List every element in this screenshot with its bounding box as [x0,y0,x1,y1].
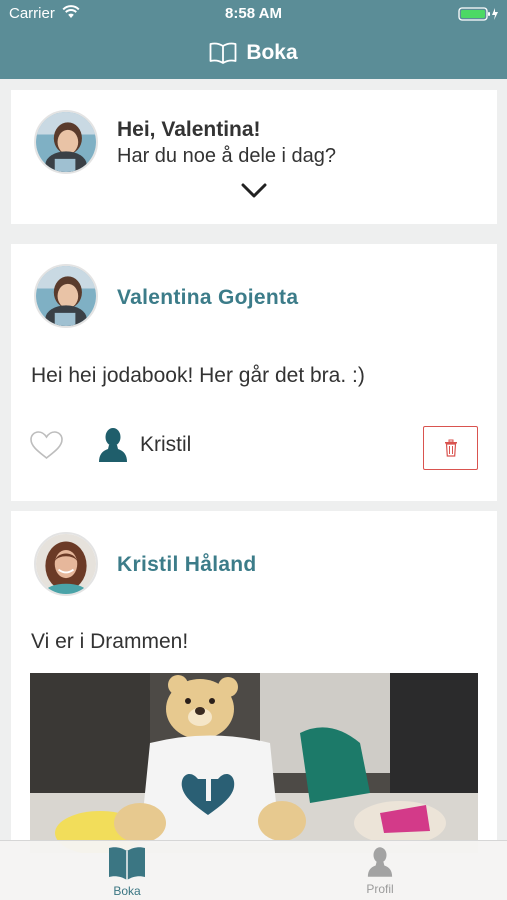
status-bar: Carrier 8:58 AM [0,0,507,28]
open-book-icon [209,42,237,64]
trash-icon [444,439,457,457]
battery-icon [458,7,498,21]
book-icon [109,847,145,880]
girl-photo [36,112,96,172]
tab-profil[interactable]: Profil [330,845,430,899]
post-card: Kristil Håland Vi er i Drammen! [11,511,497,856]
delete-post-button[interactable] [423,426,478,470]
nav-title: Boka [0,38,507,68]
avatar[interactable] [34,532,98,596]
tab-boka[interactable]: Boka [77,845,177,899]
person-icon [99,428,127,462]
post-author[interactable]: Kristil Håland [117,553,257,577]
greeting-prompt: Har du noe å dele i dag? [117,145,337,167]
girl-photo [36,266,96,326]
nav-title-text: Boka [246,41,298,64]
teddy-bear-photo [30,673,478,853]
woman-photo [36,534,96,594]
tab-label: Profil [366,882,394,896]
tab-bar: Boka Profil [0,840,507,900]
composer-card[interactable]: Hei, Valentina! Har du noe å dele i dag? [11,90,497,224]
status-time: 8:58 AM [225,5,282,22]
heart-icon[interactable] [29,430,64,460]
post-photo[interactable] [30,673,478,853]
person-icon [367,847,393,877]
post-text: Hei hei jodabook! Her går det bra. :) [31,364,365,387]
avatar[interactable] [34,264,98,328]
chevron-down-icon[interactable] [240,182,268,200]
post-card: Valentina Gojenta Hei hei jodabook! Her … [11,244,497,501]
liker-name: Kristil [140,433,192,456]
post-text: Vi er i Drammen! [31,630,189,653]
avatar [34,110,98,174]
greeting-title: Hei, Valentina! [117,118,261,141]
header-bar: Carrier 8:58 AM Boka [0,0,507,79]
post-author[interactable]: Valentina Gojenta [117,286,298,310]
tab-label: Boka [113,884,141,898]
